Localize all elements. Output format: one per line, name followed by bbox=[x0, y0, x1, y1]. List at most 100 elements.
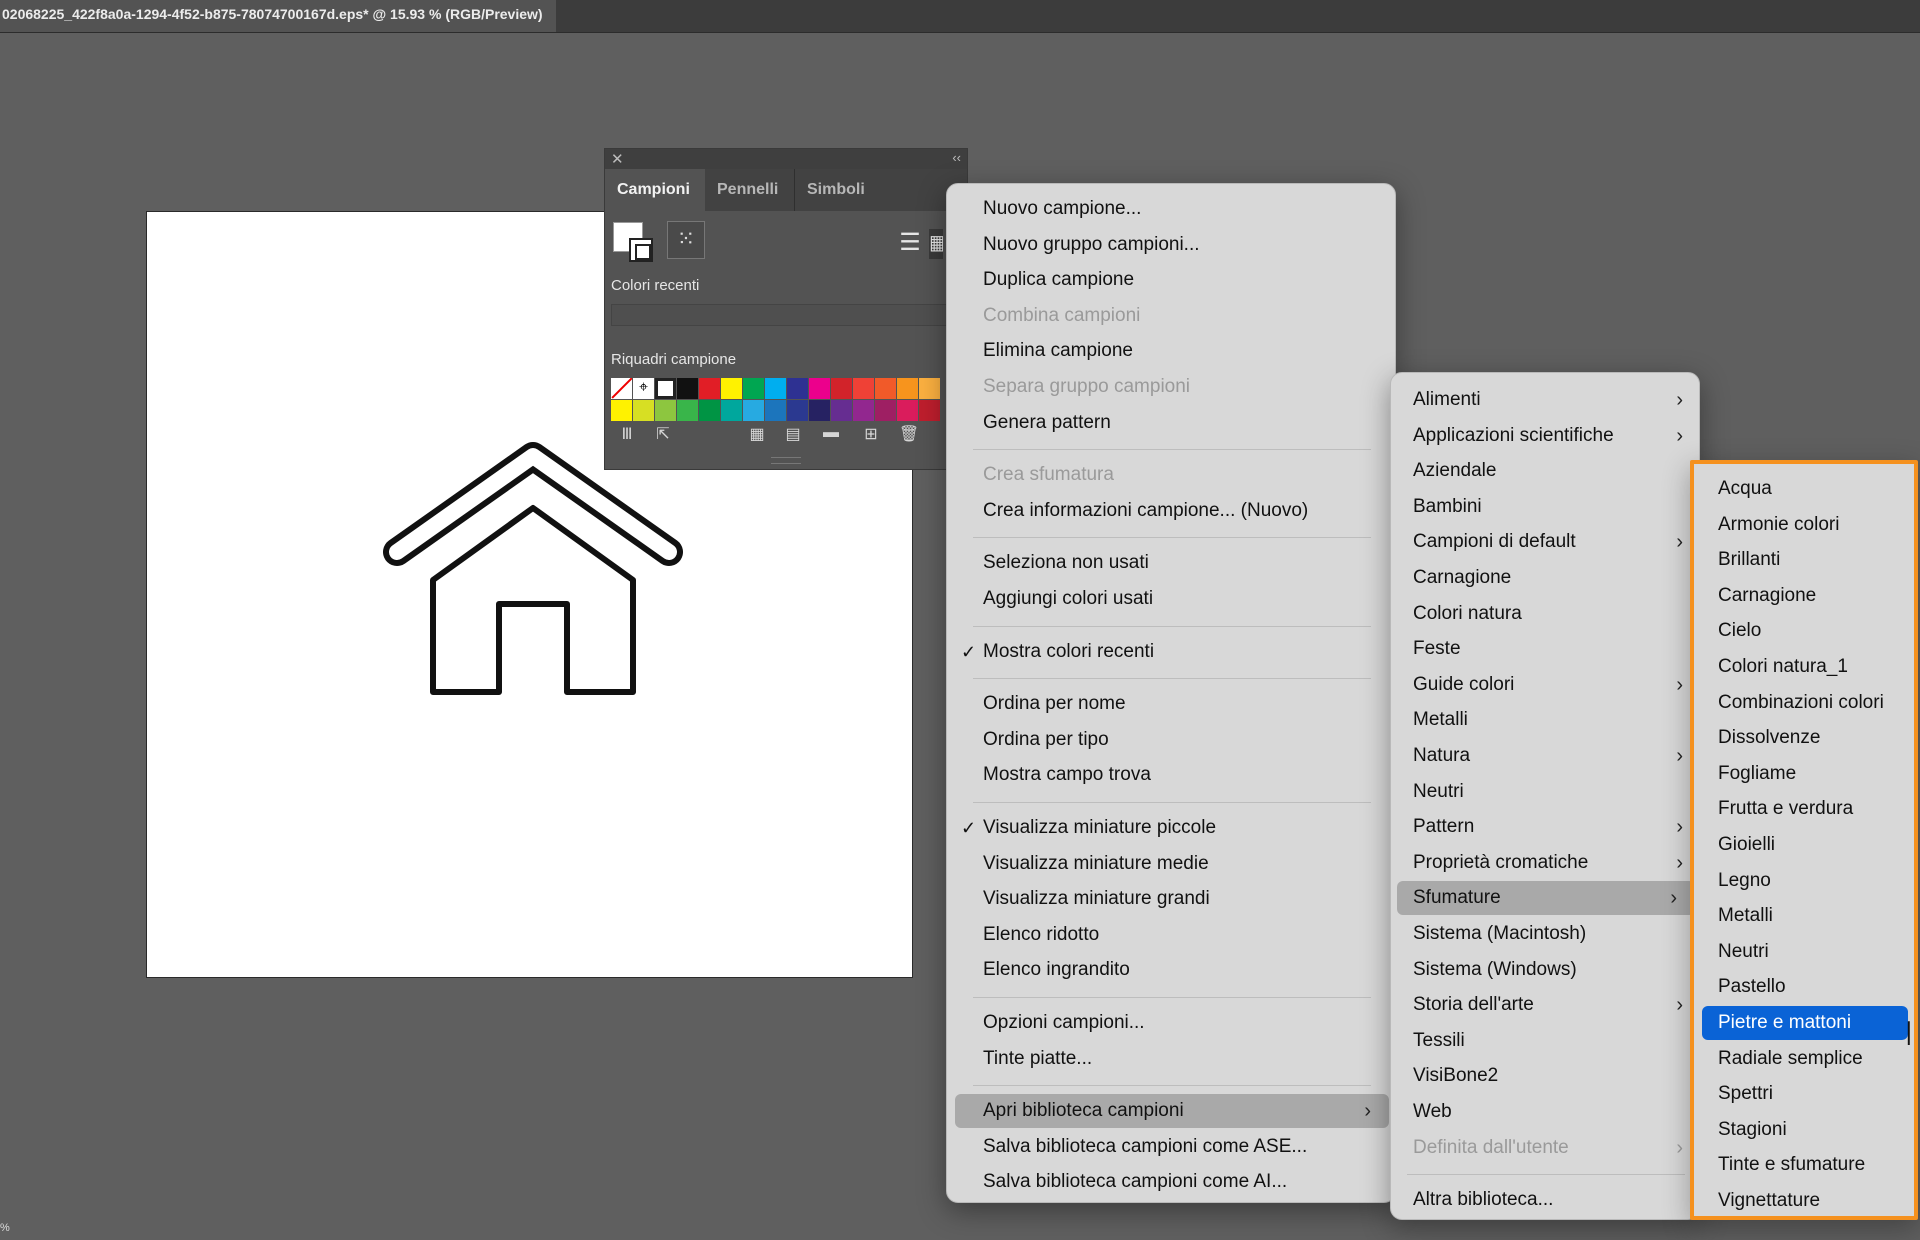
color-swatch[interactable] bbox=[875, 400, 896, 421]
color-swatch[interactable] bbox=[721, 378, 742, 399]
white-swatch[interactable] bbox=[655, 378, 676, 399]
recent-colors-strip[interactable] bbox=[611, 304, 969, 326]
menu2-item[interactable]: Feste bbox=[1391, 632, 1701, 666]
stroke-box[interactable] bbox=[629, 238, 653, 262]
menu3-item[interactable]: Vignettature bbox=[1694, 1184, 1914, 1218]
color-swatch[interactable] bbox=[721, 400, 742, 421]
color-swatch[interactable] bbox=[787, 400, 808, 421]
menu2-item[interactable]: Applicazioni scientifiche › bbox=[1391, 419, 1701, 453]
menu1-item[interactable]: Visualizza miniature grandi bbox=[947, 882, 1397, 916]
menu1-item[interactable]: Opzioni campioni... bbox=[947, 1006, 1397, 1040]
color-swatch[interactable] bbox=[831, 400, 852, 421]
color-swatch[interactable] bbox=[677, 400, 698, 421]
menu2-item[interactable]: Aziendale bbox=[1391, 454, 1701, 488]
menu2-item[interactable]: Storia dell'arte › bbox=[1391, 988, 1701, 1022]
menu3-item[interactable]: Legno bbox=[1694, 864, 1914, 898]
menu3-item[interactable]: Combinazioni colori bbox=[1694, 686, 1914, 720]
pattern-swatch-icon[interactable]: ⁙ bbox=[667, 221, 705, 259]
menu1-item[interactable]: Genera pattern bbox=[947, 406, 1397, 440]
house-icon[interactable] bbox=[383, 432, 683, 702]
menu1-item[interactable]: Nuovo gruppo campioni... bbox=[947, 228, 1397, 262]
menu3-item[interactable]: Metalli bbox=[1694, 899, 1914, 933]
menu3-item[interactable]: Cielo bbox=[1694, 614, 1914, 648]
collapse-icon[interactable]: ‹‹ bbox=[952, 150, 961, 165]
menu2-item[interactable]: Campioni di default › bbox=[1391, 525, 1701, 559]
color-swatch[interactable] bbox=[699, 378, 720, 399]
menu3-item[interactable]: Radiale semplice bbox=[1694, 1042, 1914, 1076]
resize-grip[interactable] bbox=[771, 457, 801, 464]
menu3-item[interactable]: Neutri bbox=[1694, 935, 1914, 969]
menu3-item[interactable]: Colori natura_1 bbox=[1694, 650, 1914, 684]
menu2-item[interactable]: Neutri bbox=[1391, 775, 1701, 809]
document-tab[interactable]: 02068225_422f8a0a-1294-4f52-b875-7807470… bbox=[0, 0, 556, 32]
menu2-item[interactable]: Carnagione bbox=[1391, 561, 1701, 595]
menu1-item[interactable]: Duplica campione bbox=[947, 263, 1397, 297]
menu3-item[interactable]: Stagioni bbox=[1694, 1113, 1914, 1147]
menu3-item[interactable]: Dissolvenze bbox=[1694, 721, 1914, 755]
menu2-item[interactable]: Bambini bbox=[1391, 490, 1701, 524]
swatch-kind-icon[interactable]: ▦ bbox=[745, 424, 769, 444]
fill-stroke-swatch[interactable] bbox=[613, 222, 659, 268]
library-menu-icon[interactable]: Ⅲ bbox=[615, 424, 639, 444]
trash-icon[interactable]: 🗑 bbox=[897, 424, 921, 444]
menu3-item[interactable]: Fogliame bbox=[1694, 757, 1914, 791]
menu1-item[interactable]: ✓ Mostra colori recenti bbox=[947, 635, 1397, 669]
color-swatch[interactable] bbox=[853, 378, 874, 399]
color-swatch[interactable] bbox=[919, 400, 940, 421]
menu3-item[interactable]: Acqua bbox=[1694, 472, 1914, 506]
color-swatch[interactable] bbox=[897, 400, 918, 421]
menu1-item[interactable]: ✓ Visualizza miniature piccole bbox=[947, 811, 1397, 845]
menu1-item[interactable]: Ordina per nome bbox=[947, 687, 1397, 721]
menu2-item[interactable]: VisiBone2 bbox=[1391, 1059, 1701, 1093]
menu2-item[interactable]: Sistema (Windows) bbox=[1391, 953, 1701, 987]
color-swatch[interactable] bbox=[787, 378, 808, 399]
menu2-item[interactable]: Guide colori › bbox=[1391, 668, 1701, 702]
menu3-item[interactable]: Spettri bbox=[1694, 1077, 1914, 1111]
menu1-item[interactable]: Ordina per tipo bbox=[947, 723, 1397, 757]
menu2-item[interactable]: Sistema (Macintosh) bbox=[1391, 917, 1701, 951]
menu2-item[interactable]: Alimenti › bbox=[1391, 383, 1701, 417]
color-swatch[interactable] bbox=[699, 400, 720, 421]
color-swatch[interactable] bbox=[743, 378, 764, 399]
tab-pennelli[interactable]: Pennelli bbox=[705, 169, 795, 211]
menu3-item[interactable]: Gioielli bbox=[1694, 828, 1914, 862]
color-swatch[interactable] bbox=[611, 400, 632, 421]
menu2-item[interactable]: Colori natura bbox=[1391, 597, 1701, 631]
menu2-item[interactable]: Natura › bbox=[1391, 739, 1701, 773]
color-swatch[interactable] bbox=[809, 378, 830, 399]
menu1-item[interactable]: Crea informazioni campione... (Nuovo) bbox=[947, 494, 1397, 528]
color-swatch[interactable] bbox=[875, 378, 896, 399]
color-swatch[interactable] bbox=[919, 378, 940, 399]
none-swatch[interactable] bbox=[611, 378, 632, 399]
menu1-item[interactable]: Visualizza miniature medie bbox=[947, 847, 1397, 881]
menu2-item[interactable]: Pattern › bbox=[1391, 810, 1701, 844]
menu2-item[interactable]: Altra biblioteca... bbox=[1391, 1183, 1701, 1217]
menu1-item[interactable]: Seleziona non usati bbox=[947, 546, 1397, 580]
swatch-options-icon[interactable]: ▤ bbox=[781, 424, 805, 444]
grid-view-icon[interactable]: ▦ bbox=[929, 229, 943, 259]
menu1-item[interactable]: Elimina campione bbox=[947, 334, 1397, 368]
menu1-item[interactable]: Elenco ingrandito bbox=[947, 953, 1397, 987]
menu3-item[interactable]: Pietre e mattoni bbox=[1702, 1006, 1908, 1040]
menu3-item[interactable]: Brillanti bbox=[1694, 543, 1914, 577]
menu1-item[interactable]: Salva biblioteca campioni come AI... bbox=[947, 1165, 1397, 1199]
menu2-item[interactable]: Metalli bbox=[1391, 703, 1701, 737]
registration-swatch[interactable]: ⌖ bbox=[633, 378, 654, 399]
menu3-item[interactable]: Tinte e sfumature bbox=[1694, 1148, 1914, 1182]
close-icon[interactable]: ✕ bbox=[611, 150, 624, 168]
color-swatch[interactable] bbox=[765, 378, 786, 399]
new-group-folder-icon[interactable]: ▬ bbox=[819, 424, 843, 442]
menu2-item[interactable]: Tessili bbox=[1391, 1024, 1701, 1058]
tab-simboli[interactable]: Simboli bbox=[795, 169, 885, 211]
menu1-item[interactable]: Nuovo campione... bbox=[947, 192, 1397, 226]
color-swatch[interactable] bbox=[633, 400, 654, 421]
menu1-item[interactable]: Apri biblioteca campioni › bbox=[955, 1094, 1389, 1129]
color-swatch[interactable] bbox=[809, 400, 830, 421]
menu1-item[interactable]: Salva biblioteca campioni come ASE... bbox=[947, 1130, 1397, 1164]
menu2-item[interactable]: Proprietà cromatiche › bbox=[1391, 846, 1701, 880]
menu1-item[interactable]: Aggiungi colori usati bbox=[947, 582, 1397, 616]
menu2-item[interactable]: Web bbox=[1391, 1095, 1701, 1129]
color-swatch[interactable] bbox=[897, 378, 918, 399]
list-view-icon[interactable]: ☰ bbox=[895, 229, 925, 259]
color-swatch[interactable] bbox=[765, 400, 786, 421]
